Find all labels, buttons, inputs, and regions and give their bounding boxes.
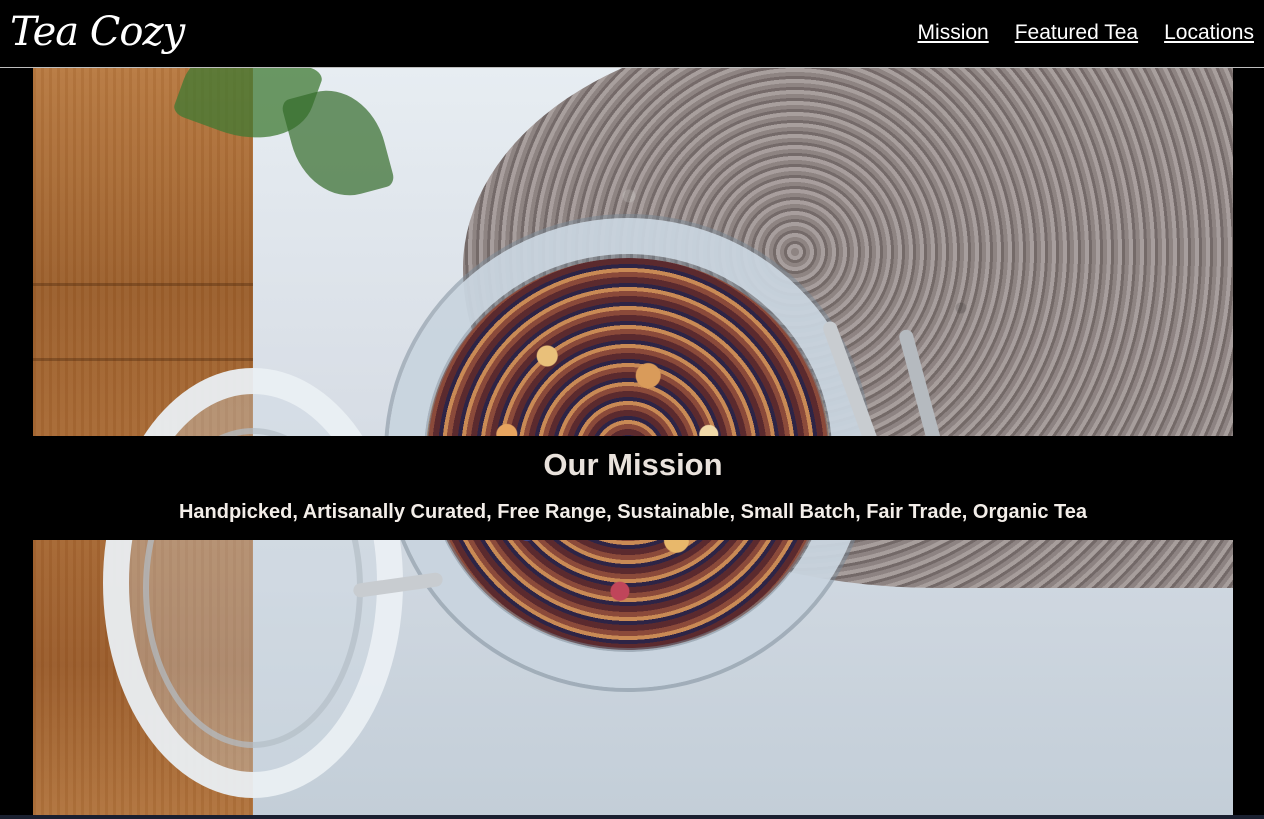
wood-seam [33, 283, 253, 286]
mission-title: Our Mission [543, 447, 723, 482]
mission-banner: Our Mission Handpicked, Artisanally Cura… [33, 436, 1233, 540]
site-header: Tea Cozy Mission Featured Tea Locations [0, 0, 1264, 68]
nav-link-locations[interactable]: Locations [1164, 20, 1254, 46]
main-nav: Mission Featured Tea Locations [918, 20, 1254, 46]
nav-link-mission[interactable]: Mission [918, 20, 989, 46]
page-bottom-edge [0, 815, 1264, 819]
mission-description: Handpicked, Artisanally Curated, Free Ra… [178, 501, 1088, 523]
wood-seam [33, 358, 253, 361]
site-logo[interactable]: Tea Cozy [10, 4, 185, 60]
nav-link-featured-tea[interactable]: Featured Tea [1015, 20, 1138, 46]
